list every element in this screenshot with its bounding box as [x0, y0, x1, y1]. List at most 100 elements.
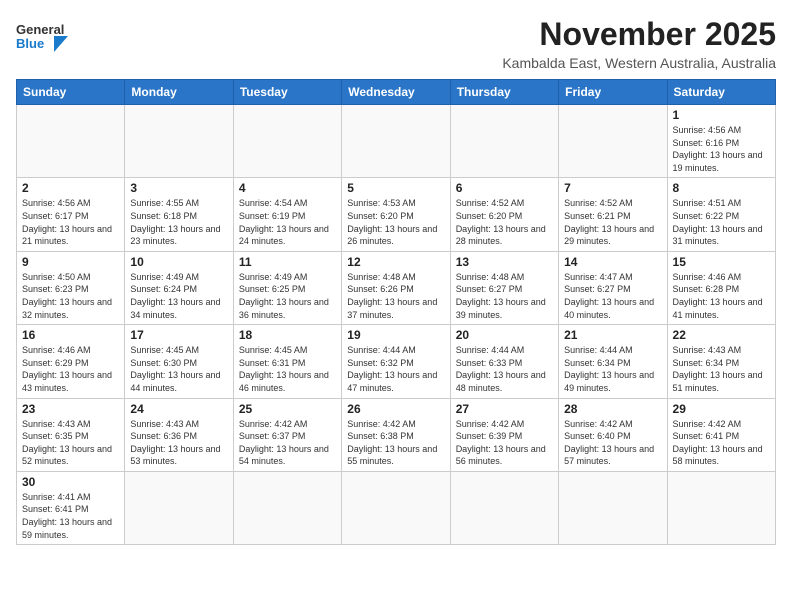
day-info: Sunrise: 4:54 AM Sunset: 6:19 PM Dayligh…	[239, 197, 336, 247]
day-header-saturday: Saturday	[667, 80, 775, 105]
day-info: Sunrise: 4:52 AM Sunset: 6:21 PM Dayligh…	[564, 197, 661, 247]
day-number: 19	[347, 328, 444, 342]
calendar-day: 21 Sunrise: 4:44 AM Sunset: 6:34 PM Dayli…	[559, 325, 667, 398]
day-number: 21	[564, 328, 661, 342]
day-number: 15	[673, 255, 770, 269]
calendar-week-1: 2Sunrise: 4:56 AM Sunset: 6:17 PM Daylig…	[17, 178, 776, 251]
day-number: 22	[673, 328, 770, 342]
day-number: 27	[456, 402, 553, 416]
day-info: Sunrise: 4:44 AM Sunset: 6:32 PM Dayligh…	[347, 344, 444, 394]
day-number: 12	[347, 255, 444, 269]
calendar-week-5: 30 Sunrise: 4:41 AM Sunset: 6:41 PM Dayli…	[17, 471, 776, 544]
day-number: 5	[347, 181, 444, 195]
logo: General Blue	[16, 16, 68, 60]
day-info: Sunrise: 4:45 AM Sunset: 6:31 PM Dayligh…	[239, 344, 336, 394]
title-section: November 2025 Kambalda East, Western Aus…	[502, 16, 776, 71]
calendar-day: 4Sunrise: 4:54 AM Sunset: 6:19 PM Daylig…	[233, 178, 341, 251]
day-info: Sunrise: 4:50 AM Sunset: 6:23 PM Dayligh…	[22, 271, 119, 321]
day-info: Sunrise: 4:46 AM Sunset: 6:28 PM Dayligh…	[673, 271, 770, 321]
logo-icon: General Blue	[16, 16, 68, 60]
calendar-day	[450, 471, 558, 544]
day-info: Sunrise: 4:48 AM Sunset: 6:27 PM Dayligh…	[456, 271, 553, 321]
day-number: 20	[456, 328, 553, 342]
day-info: Sunrise: 4:43 AM Sunset: 6:35 PM Dayligh…	[22, 418, 119, 468]
month-title: November 2025	[502, 16, 776, 53]
day-info: Sunrise: 4:43 AM Sunset: 6:34 PM Dayligh…	[673, 344, 770, 394]
day-info: Sunrise: 4:42 AM Sunset: 6:38 PM Dayligh…	[347, 418, 444, 468]
calendar-table: SundayMondayTuesdayWednesdayThursdayFrid…	[16, 79, 776, 545]
day-number: 30	[22, 475, 119, 489]
day-info: Sunrise: 4:53 AM Sunset: 6:20 PM Dayligh…	[347, 197, 444, 247]
calendar-day: 20 Sunrise: 4:44 AM Sunset: 6:33 PM Dayli…	[450, 325, 558, 398]
calendar-day: 9 Sunrise: 4:50 AM Sunset: 6:23 PM Daylig…	[17, 251, 125, 324]
day-info: Sunrise: 4:49 AM Sunset: 6:24 PM Dayligh…	[130, 271, 227, 321]
calendar-day	[559, 471, 667, 544]
day-number: 8	[673, 181, 770, 195]
day-number: 16	[22, 328, 119, 342]
page-header: General Blue November 2025 Kambalda East…	[16, 16, 776, 71]
calendar-week-2: 9 Sunrise: 4:50 AM Sunset: 6:23 PM Daylig…	[17, 251, 776, 324]
calendar-day: 23 Sunrise: 4:43 AM Sunset: 6:35 PM Dayli…	[17, 398, 125, 471]
day-header-wednesday: Wednesday	[342, 80, 450, 105]
day-info: Sunrise: 4:44 AM Sunset: 6:33 PM Dayligh…	[456, 344, 553, 394]
calendar-day	[233, 105, 341, 178]
day-header-sunday: Sunday	[17, 80, 125, 105]
calendar-day: 1Sunrise: 4:56 AM Sunset: 6:16 PM Daylig…	[667, 105, 775, 178]
calendar-day: 26 Sunrise: 4:42 AM Sunset: 6:38 PM Dayli…	[342, 398, 450, 471]
day-info: Sunrise: 4:41 AM Sunset: 6:41 PM Dayligh…	[22, 491, 119, 541]
day-number: 26	[347, 402, 444, 416]
calendar-day: 8Sunrise: 4:51 AM Sunset: 6:22 PM Daylig…	[667, 178, 775, 251]
calendar-day: 3 Sunrise: 4:55 AM Sunset: 6:18 PM Daylig…	[125, 178, 233, 251]
day-number: 10	[130, 255, 227, 269]
calendar-day	[667, 471, 775, 544]
day-info: Sunrise: 4:49 AM Sunset: 6:25 PM Dayligh…	[239, 271, 336, 321]
day-number: 25	[239, 402, 336, 416]
calendar-day: 30 Sunrise: 4:41 AM Sunset: 6:41 PM Dayli…	[17, 471, 125, 544]
calendar-day	[342, 471, 450, 544]
day-info: Sunrise: 4:44 AM Sunset: 6:34 PM Dayligh…	[564, 344, 661, 394]
day-info: Sunrise: 4:48 AM Sunset: 6:26 PM Dayligh…	[347, 271, 444, 321]
calendar-header-row: SundayMondayTuesdayWednesdayThursdayFrid…	[17, 80, 776, 105]
svg-text:Blue: Blue	[16, 36, 44, 51]
day-header-friday: Friday	[559, 80, 667, 105]
calendar-day: 12 Sunrise: 4:48 AM Sunset: 6:26 PM Dayli…	[342, 251, 450, 324]
day-info: Sunrise: 4:45 AM Sunset: 6:30 PM Dayligh…	[130, 344, 227, 394]
day-info: Sunrise: 4:56 AM Sunset: 6:16 PM Dayligh…	[673, 124, 770, 174]
calendar-day: 10 Sunrise: 4:49 AM Sunset: 6:24 PM Dayli…	[125, 251, 233, 324]
day-header-monday: Monday	[125, 80, 233, 105]
day-number: 9	[22, 255, 119, 269]
calendar-day: 13Sunrise: 4:48 AM Sunset: 6:27 PM Dayli…	[450, 251, 558, 324]
day-info: Sunrise: 4:43 AM Sunset: 6:36 PM Dayligh…	[130, 418, 227, 468]
calendar-week-0: 1Sunrise: 4:56 AM Sunset: 6:16 PM Daylig…	[17, 105, 776, 178]
location-title: Kambalda East, Western Australia, Austra…	[502, 55, 776, 71]
day-info: Sunrise: 4:52 AM Sunset: 6:20 PM Dayligh…	[456, 197, 553, 247]
day-number: 23	[22, 402, 119, 416]
day-number: 17	[130, 328, 227, 342]
calendar-day: 7Sunrise: 4:52 AM Sunset: 6:21 PM Daylig…	[559, 178, 667, 251]
calendar-week-3: 16 Sunrise: 4:46 AM Sunset: 6:29 PM Dayli…	[17, 325, 776, 398]
calendar-day	[17, 105, 125, 178]
calendar-day: 2Sunrise: 4:56 AM Sunset: 6:17 PM Daylig…	[17, 178, 125, 251]
day-number: 11	[239, 255, 336, 269]
calendar-day: 24 Sunrise: 4:43 AM Sunset: 6:36 PM Dayli…	[125, 398, 233, 471]
calendar-day: 16 Sunrise: 4:46 AM Sunset: 6:29 PM Dayli…	[17, 325, 125, 398]
calendar-day: 5 Sunrise: 4:53 AM Sunset: 6:20 PM Daylig…	[342, 178, 450, 251]
calendar-day: 6 Sunrise: 4:52 AM Sunset: 6:20 PM Daylig…	[450, 178, 558, 251]
calendar-day: 19 Sunrise: 4:44 AM Sunset: 6:32 PM Dayli…	[342, 325, 450, 398]
day-number: 14	[564, 255, 661, 269]
calendar-day: 14Sunrise: 4:47 AM Sunset: 6:27 PM Dayli…	[559, 251, 667, 324]
day-number: 3	[130, 181, 227, 195]
day-info: Sunrise: 4:46 AM Sunset: 6:29 PM Dayligh…	[22, 344, 119, 394]
day-info: Sunrise: 4:42 AM Sunset: 6:40 PM Dayligh…	[564, 418, 661, 468]
day-number: 24	[130, 402, 227, 416]
calendar-day: 15 Sunrise: 4:46 AM Sunset: 6:28 PM Dayli…	[667, 251, 775, 324]
calendar-day	[342, 105, 450, 178]
day-number: 29	[673, 402, 770, 416]
day-info: Sunrise: 4:42 AM Sunset: 6:37 PM Dayligh…	[239, 418, 336, 468]
calendar-day	[450, 105, 558, 178]
calendar-day	[125, 471, 233, 544]
calendar-day: 27Sunrise: 4:42 AM Sunset: 6:39 PM Dayli…	[450, 398, 558, 471]
day-info: Sunrise: 4:55 AM Sunset: 6:18 PM Dayligh…	[130, 197, 227, 247]
calendar-day: 29Sunrise: 4:42 AM Sunset: 6:41 PM Dayli…	[667, 398, 775, 471]
day-number: 6	[456, 181, 553, 195]
